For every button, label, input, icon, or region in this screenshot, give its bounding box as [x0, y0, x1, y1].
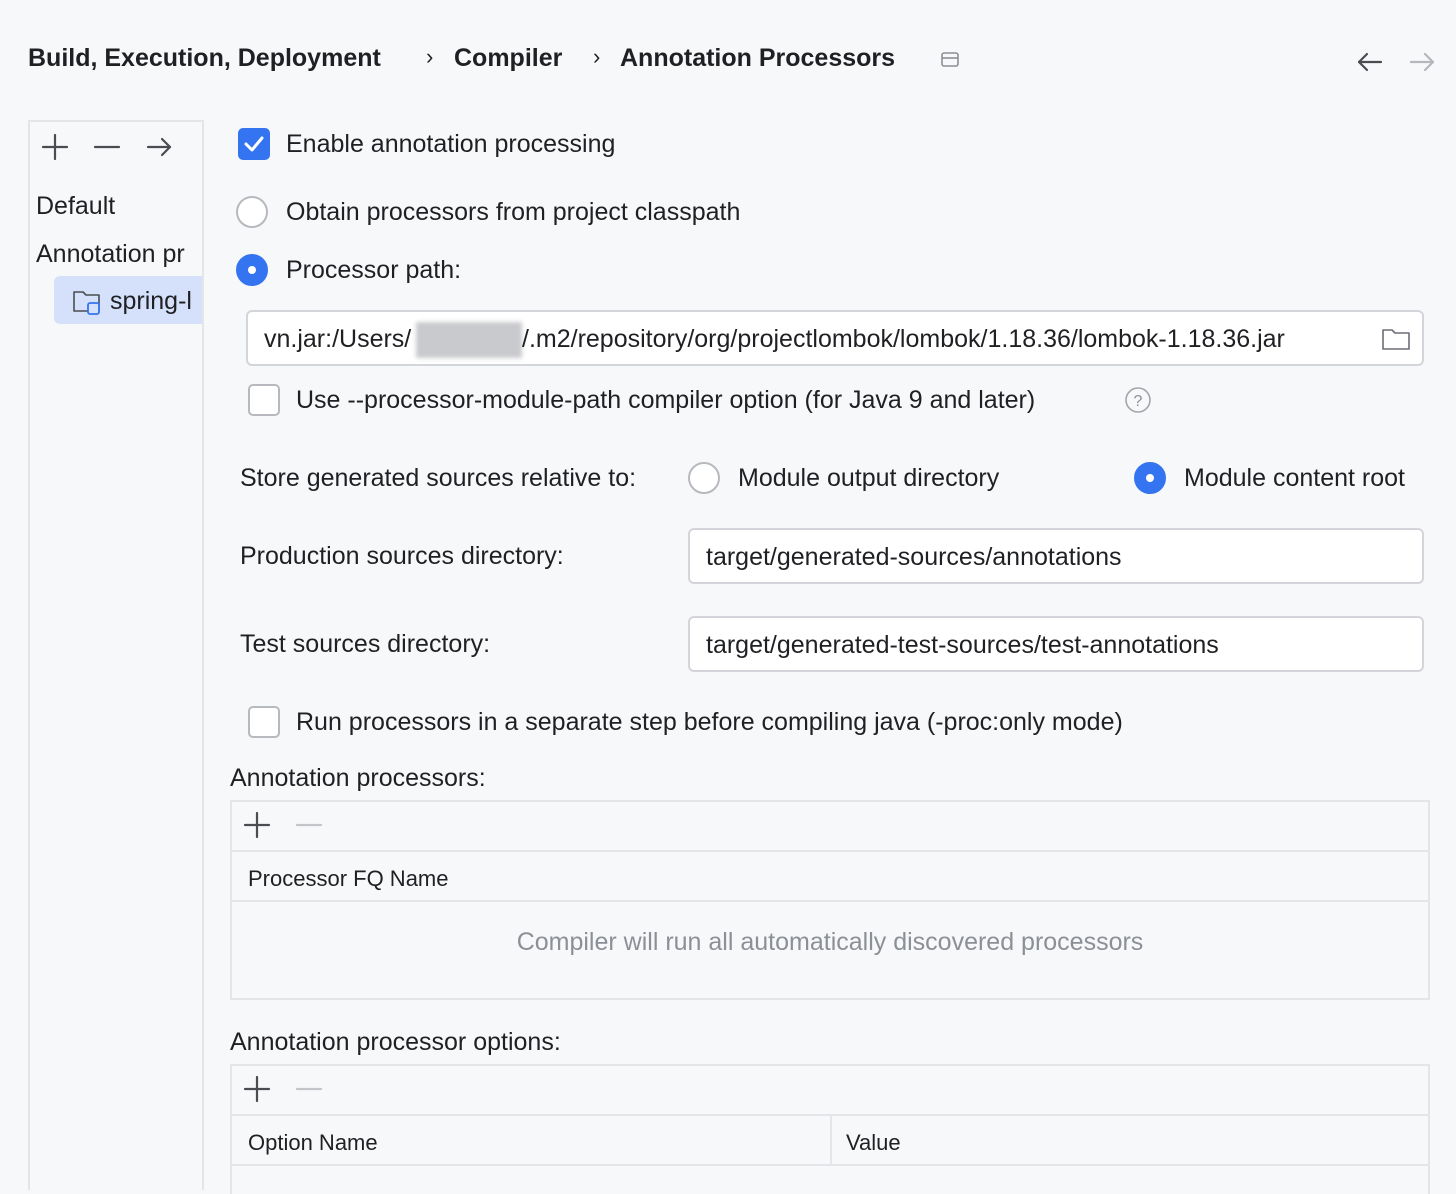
store-relative-label: Store generated sources relative to: [240, 464, 637, 492]
test-dir-field[interactable]: target/generated-test-sources/test-annot… [688, 616, 1424, 672]
separate-step-label: Run processors in a separate step before… [296, 708, 1123, 736]
add-processor-icon[interactable] [242, 810, 272, 845]
add-option-icon[interactable] [242, 1074, 272, 1109]
module-output-radio[interactable] [688, 462, 720, 494]
empty-table-text: Compiler will run all automatically disc… [516, 928, 1144, 956]
arrow-right-icon[interactable] [144, 132, 174, 167]
module-path-checkbox[interactable] [248, 384, 280, 416]
module-content-root-label: Module content root [1184, 464, 1405, 492]
processor-options-title: Annotation processor options: [230, 1028, 561, 1056]
sidebar-item-default[interactable]: Default [36, 192, 115, 221]
test-dir-value: target/generated-test-sources/test-annot… [706, 631, 1219, 659]
folder-module-icon [72, 286, 102, 321]
column-header-processor-name[interactable]: Processor FQ Name [248, 866, 449, 892]
window-icon[interactable] [940, 50, 962, 75]
test-dir-label: Test sources directory: [240, 630, 491, 658]
production-dir-label: Production sources directory: [240, 542, 564, 570]
folder-icon[interactable] [1380, 324, 1412, 361]
forward-arrow-icon[interactable] [1406, 46, 1438, 83]
svg-text:?: ? [1134, 393, 1143, 410]
separate-step-checkbox[interactable] [248, 706, 280, 738]
profiles-sidebar: Default Annotation pr spring-l [28, 120, 204, 1190]
processor-path-value-suffix: /.m2/repository/org/projectlombok/lombok… [522, 325, 1285, 353]
processor-path-value-prefix: vn.jar:/Users/ [264, 325, 412, 353]
divider [232, 1164, 1428, 1166]
production-dir-value: target/generated-sources/annotations [706, 543, 1122, 571]
processor-path-radio[interactable] [236, 254, 268, 286]
obtain-classpath-label: Obtain processors from project classpath [286, 198, 741, 226]
minus-icon[interactable] [92, 132, 122, 167]
module-path-label: Use --processor-module-path compiler opt… [296, 386, 1036, 414]
remove-processor-icon [294, 810, 324, 845]
production-dir-field[interactable]: target/generated-sources/annotations [688, 528, 1424, 584]
column-divider [830, 1116, 832, 1164]
column-header-value[interactable]: Value [846, 1130, 901, 1156]
processor-path-field[interactable]: vn.jar:/Users/ /.m2/repository/org/proje… [246, 310, 1424, 366]
breadcrumb-item-compiler[interactable]: Compiler [454, 44, 562, 73]
annotation-processors-table: Processor FQ Name Compiler will run all … [230, 800, 1430, 1000]
processor-options-table: Option Name Value [230, 1064, 1430, 1194]
breadcrumb-separator: › [593, 44, 601, 69]
plus-icon[interactable] [40, 132, 70, 167]
obtain-classpath-radio[interactable] [236, 196, 268, 228]
module-content-root-radio[interactable] [1134, 462, 1166, 494]
processor-path-label: Processor path: [286, 256, 462, 284]
sidebar-item-label: spring-l [110, 287, 192, 315]
redacted-username [416, 322, 522, 358]
enable-processing-checkbox[interactable] [238, 128, 270, 160]
table-body: Compiler will run all automatically disc… [232, 902, 1428, 998]
divider [232, 850, 1428, 852]
breadcrumb-separator: › [426, 44, 434, 69]
breadcrumb-item-build[interactable]: Build, Execution, Deployment [28, 44, 381, 73]
breadcrumb-item-annotation-processors: Annotation Processors [620, 44, 896, 72]
remove-option-icon [294, 1074, 324, 1109]
sidebar-item-module[interactable]: spring-l [54, 276, 202, 324]
annotation-processors-title: Annotation processors: [230, 764, 486, 792]
sidebar-item-annotation-profile[interactable]: Annotation pr [36, 240, 185, 269]
module-output-label: Module output directory [738, 464, 1000, 492]
back-arrow-icon[interactable] [1354, 46, 1386, 83]
enable-processing-label: Enable annotation processing [286, 130, 616, 158]
help-icon[interactable]: ? [1124, 386, 1152, 419]
column-header-option-name[interactable]: Option Name [248, 1130, 378, 1156]
